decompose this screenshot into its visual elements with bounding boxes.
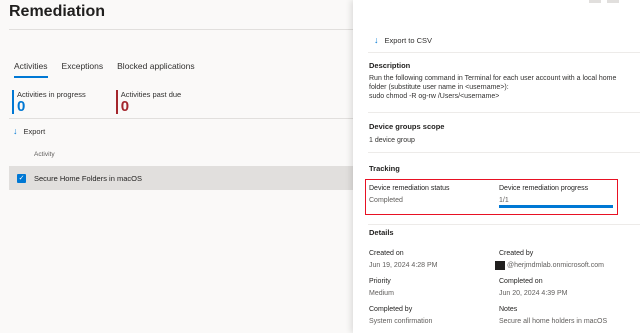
description-text: Run the following command in Terminal fo… <box>369 74 631 101</box>
created-on-value: Jun 19, 2024 4:28 PM <box>369 262 438 269</box>
device-groups-value: 1 device group <box>369 137 415 144</box>
completed-on-value: Jun 20, 2024 4:39 PM <box>499 290 568 297</box>
column-header-activity[interactable]: Activity <box>34 151 55 158</box>
kpi-label: Activities past due <box>120 90 182 99</box>
kpi-label: Activities in progress <box>17 90 86 99</box>
notes-value: Secure all home holders in macOS <box>499 318 608 325</box>
kpi-value: 0 <box>120 98 130 115</box>
completed-on-label: Completed on <box>499 278 543 285</box>
panel-close-button[interactable] <box>607 0 619 3</box>
export-csv-label: Export to CSV <box>384 35 433 45</box>
checkmark-icon: ✓ <box>18 174 25 182</box>
divider <box>368 52 640 53</box>
tab-blocked-applications[interactable]: Blocked applications <box>117 61 195 78</box>
kpi-value: 0 <box>17 98 26 115</box>
kpi-row: Activities in progress 0 Activities past… <box>12 90 181 114</box>
created-by-label: Created by <box>499 250 534 257</box>
priority-label: Priority <box>369 278 391 285</box>
tab-exceptions[interactable]: Exceptions <box>62 61 104 78</box>
title-divider <box>9 29 372 30</box>
tab-activities[interactable]: Activities <box>14 61 48 78</box>
completed-by-value: System confirmation <box>369 318 433 325</box>
progress-bar <box>499 205 613 208</box>
row-checkbox[interactable]: ✓ <box>17 173 26 183</box>
table-row[interactable]: ✓ Secure Home Folders in macOS <box>9 166 372 190</box>
completed-by-label: Completed by <box>369 306 413 313</box>
tracking-highlight-box <box>365 179 618 215</box>
export-csv-button[interactable]: ↓ Export to CSV <box>374 35 432 45</box>
description-line: folder (substitute user name in <usernam… <box>369 84 509 91</box>
download-arrow-icon: ↓ <box>13 126 18 136</box>
remediation-page: Remediation Activities Exceptions Blocke… <box>0 0 372 333</box>
tracking-title: Tracking <box>369 164 400 173</box>
description-title: Description <box>369 61 411 70</box>
divider <box>368 224 640 225</box>
device-groups-title: Device groups scope <box>369 122 445 131</box>
details-panel: ↓ Export to CSV Description Run the foll… <box>353 0 640 333</box>
details-title: Details <box>369 228 394 237</box>
export-label: Export <box>23 126 46 136</box>
priority-value: Medium <box>369 290 394 297</box>
kpi-activities-past-due: Activities past due 0 <box>115 90 182 115</box>
kpi-activities-in-progress: Activities in progress 0 <box>12 90 86 114</box>
divider <box>368 112 640 113</box>
page-title: Remediation <box>9 3 106 20</box>
user-avatar-icon <box>495 261 505 270</box>
export-button[interactable]: ↓ Export <box>13 126 45 136</box>
created-by-value: @herjmdmlab.onmicrosoft.com <box>507 262 604 269</box>
panel-header-button[interactable] <box>589 0 601 3</box>
activity-name: Secure Home Folders in macOS <box>34 173 142 183</box>
description-line: sudo chmod -R og-rw /Users/<username> <box>369 93 500 100</box>
created-on-label: Created on <box>369 250 404 257</box>
download-arrow-icon: ↓ <box>374 35 379 45</box>
notes-label: Notes <box>499 306 518 313</box>
toolbar-divider <box>9 118 372 119</box>
tab-bar: Activities Exceptions Blocked applicatio… <box>14 61 195 78</box>
divider <box>368 152 640 153</box>
description-line: Run the following command in Terminal fo… <box>369 75 617 82</box>
